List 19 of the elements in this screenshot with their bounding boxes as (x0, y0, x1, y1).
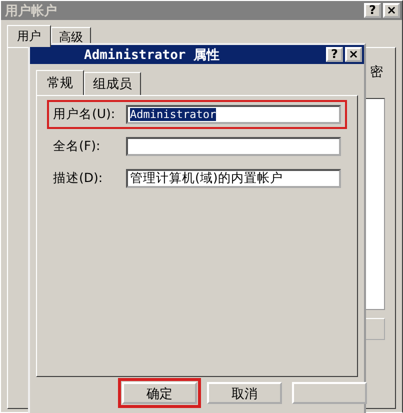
field-label: 描述(D): (53, 170, 104, 187)
ok-button[interactable]: 确定 (122, 382, 197, 404)
field-label: 全名(F): (53, 138, 102, 155)
field-label: 用户名(U): (53, 106, 116, 123)
input-field[interactable]: 管理计算机(域)的内置帐户 (126, 169, 341, 188)
cancel-button[interactable]: 取消 (207, 382, 282, 404)
tab[interactable]: 常规 (36, 70, 84, 95)
button[interactable] (292, 382, 367, 404)
window-title: 用户帐户 (5, 2, 57, 20)
close-button[interactable]: × (383, 3, 400, 18)
tab[interactable]: 组成员 (84, 72, 141, 95)
input-field[interactable]: Administrator (126, 105, 341, 124)
label: 密 (370, 64, 383, 81)
close-button[interactable]: × (345, 47, 362, 62)
window-title: Administrator 属性 (83, 46, 220, 64)
help-button[interactable]: ? (364, 3, 381, 18)
input-field[interactable] (126, 137, 341, 156)
tab[interactable]: 用户 (7, 25, 51, 47)
help-button[interactable]: ? (326, 47, 343, 62)
